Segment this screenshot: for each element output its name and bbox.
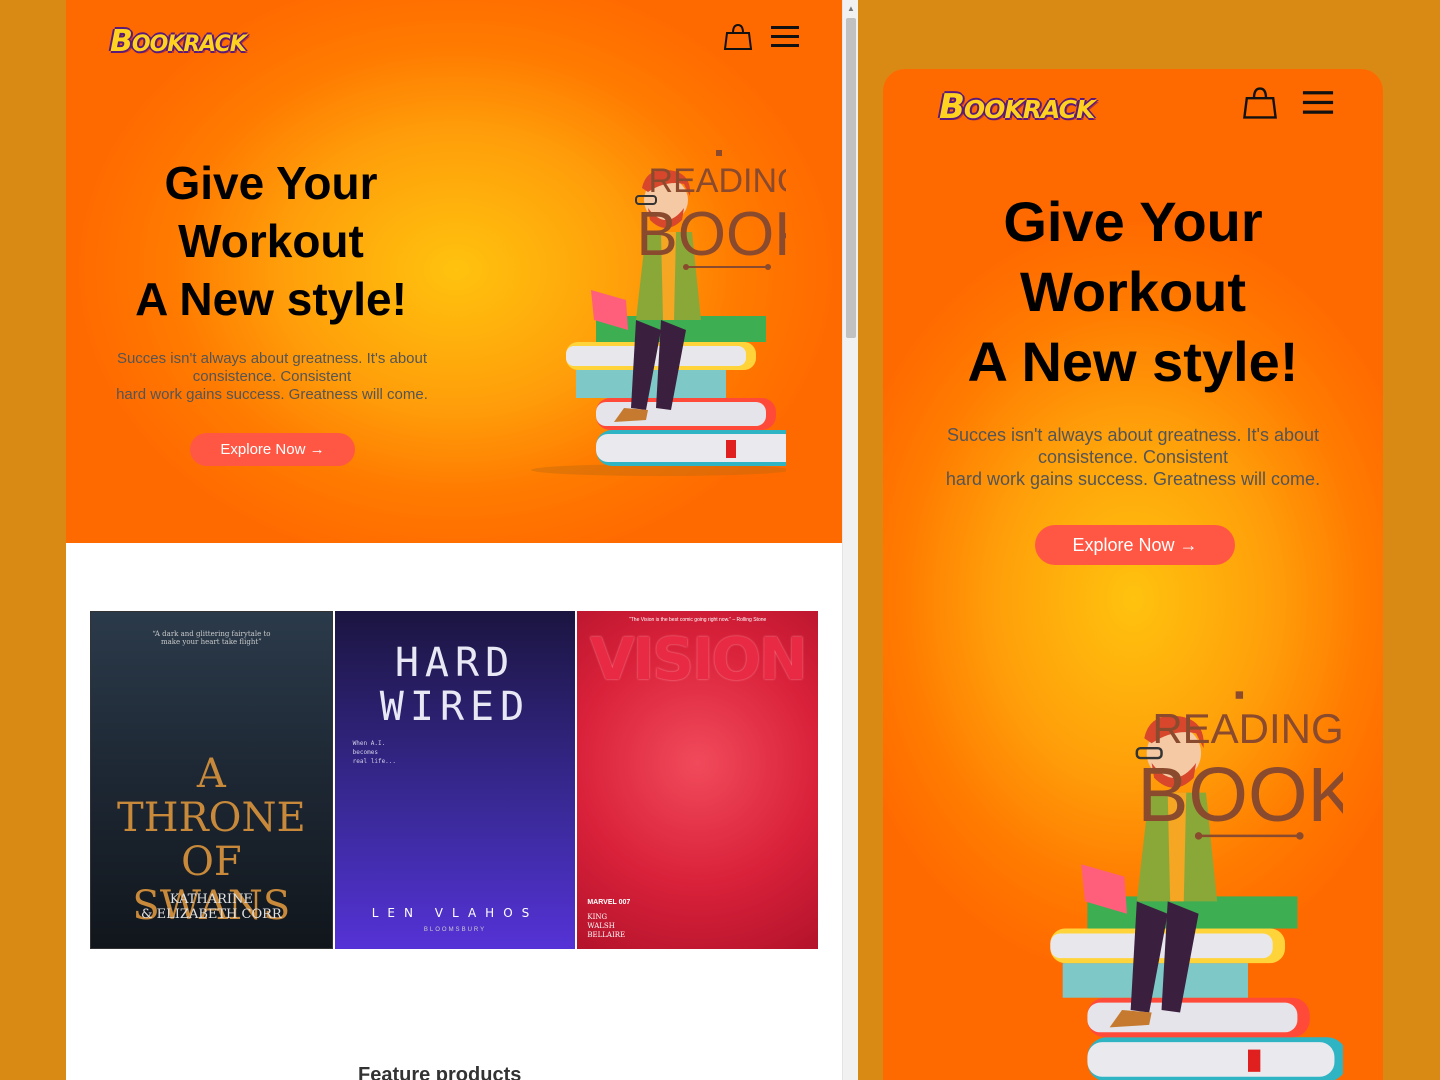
scroll-up-arrow-icon[interactable]: ▲ bbox=[843, 0, 858, 18]
hero-title: Give Your Workout A New style! bbox=[967, 190, 1299, 393]
book-publisher: BLOOMSBURY bbox=[423, 927, 487, 933]
book-author: KATHARINE & ELIZABETH CORR bbox=[140, 892, 282, 922]
hero-title: Give Your Workout A New style! bbox=[135, 157, 407, 325]
svg-text:READING: READING bbox=[1152, 705, 1343, 752]
svg-text:BOOK: BOOK bbox=[1137, 753, 1343, 838]
book-cover-hard-wired[interactable]: HARD WIRED When A.I. becomes real life..… bbox=[334, 611, 576, 949]
book-quote: “The Vision is the best comic going righ… bbox=[629, 617, 767, 623]
book-tagline: When A.I. becomes real life... bbox=[352, 740, 397, 765]
book-author: LEN VLAHOS bbox=[371, 906, 539, 920]
brand-logo[interactable]: BOOKRACK bbox=[110, 24, 247, 59]
brand-logo[interactable]: BOOKRACK bbox=[939, 87, 1095, 127]
feature-products-heading: Feature products bbox=[358, 1064, 522, 1080]
mobile-preview: BOOKRACK Give Your Workout A New style! … bbox=[883, 69, 1383, 1080]
explore-now-button[interactable]: Explore Now → bbox=[1035, 525, 1235, 565]
book-cover-throne-of-swans[interactable]: “A dark and glittering fairytale to make… bbox=[90, 611, 333, 949]
shopping-bag-icon[interactable] bbox=[1241, 85, 1279, 121]
hero-description: Succes isn't always about greatness. It'… bbox=[945, 425, 1321, 489]
hero-description: Succes isn't always about greatness. It'… bbox=[116, 350, 428, 403]
book-imprint: MARVEL 007 bbox=[587, 899, 631, 906]
book-title: VISION bbox=[589, 625, 808, 693]
shopping-bag-icon[interactable] bbox=[723, 22, 753, 52]
book-quote: “A dark and glittering fairytale to make… bbox=[152, 630, 271, 646]
vertical-scrollbar[interactable]: ▲ bbox=[842, 0, 858, 1080]
reading-book-illustration: READING BOOK bbox=[943, 679, 1359, 1080]
scrollbar-thumb[interactable] bbox=[846, 18, 856, 338]
desktop-preview: BOOKRACK Give Your Workout A New style! … bbox=[66, 0, 858, 1080]
book-title: HARD WIRED bbox=[379, 640, 531, 730]
book-gallery: “A dark and glittering fairytale to make… bbox=[90, 611, 819, 949]
hero-section: BOOKRACK Give Your Workout A New style! … bbox=[66, 0, 842, 543]
svg-text:BOOK: BOOK bbox=[636, 200, 786, 269]
book-creators: KING WALSH BELLAIRE bbox=[587, 913, 626, 939]
svg-text:READING: READING bbox=[649, 162, 786, 200]
hamburger-menu-icon[interactable] bbox=[770, 24, 800, 50]
book-cover-vision[interactable]: “The Vision is the best comic going righ… bbox=[577, 611, 819, 949]
explore-now-button[interactable]: Explore Now → bbox=[190, 433, 355, 466]
hamburger-menu-icon[interactable] bbox=[1301, 89, 1335, 117]
reading-book-illustration: READING BOOK bbox=[496, 140, 816, 480]
